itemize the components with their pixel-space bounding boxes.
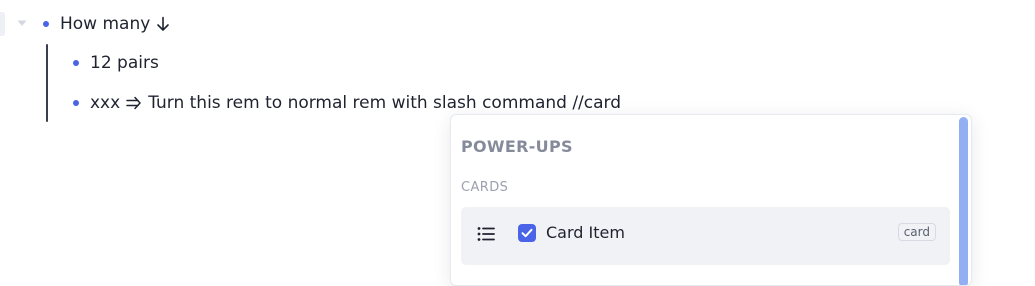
- item-label: Card Item: [546, 223, 625, 242]
- scrollbar[interactable]: [959, 117, 968, 285]
- check-icon: [521, 228, 533, 238]
- implies-icon: [126, 96, 141, 110]
- indent-line: [46, 44, 48, 122]
- rem-12-pairs[interactable]: 12 pairs: [73, 51, 159, 75]
- collapse-toggle[interactable]: [15, 16, 29, 30]
- caret-down-icon: [17, 20, 27, 26]
- powerups-popup: POWER-UPS CARDS Card Item card: [450, 114, 972, 286]
- rem-text-after[interactable]: Turn this rem to normal rem with slash c…: [148, 91, 621, 115]
- rem-text[interactable]: How many: [60, 12, 150, 36]
- rem-text[interactable]: 12 pairs: [90, 51, 159, 75]
- arrow-down-icon: [157, 16, 170, 31]
- popup-item-card-item[interactable]: Card Item card: [461, 207, 950, 265]
- rem-bullet[interactable]: [43, 21, 49, 27]
- item-badge: card: [897, 223, 936, 241]
- gutter-tab: [0, 12, 5, 36]
- rem-text-before[interactable]: xxx: [90, 91, 120, 115]
- popup-title: POWER-UPS: [461, 137, 573, 156]
- list-icon: [477, 227, 495, 241]
- rem-bullet[interactable]: [73, 60, 79, 66]
- rem-bullet[interactable]: [73, 100, 79, 106]
- rem-how-many[interactable]: How many: [43, 12, 170, 36]
- rem-xxx[interactable]: xxx Turn this rem to normal rem with sla…: [73, 91, 621, 115]
- checkbox[interactable]: [518, 224, 536, 242]
- popup-section-label: CARDS: [461, 180, 509, 195]
